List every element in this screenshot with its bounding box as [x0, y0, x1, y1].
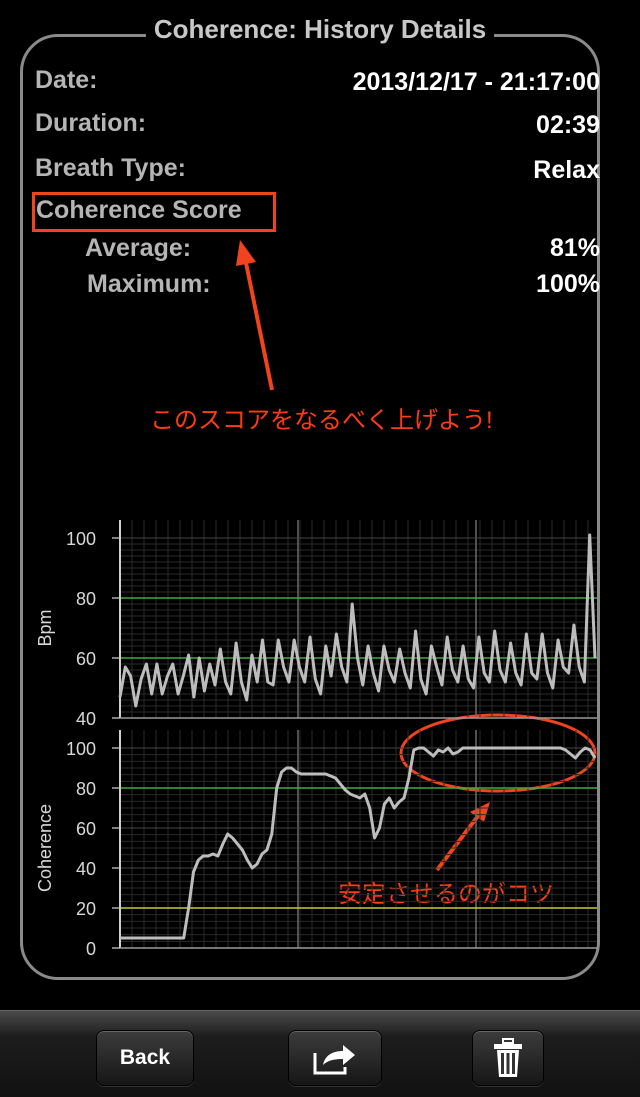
coherence-tick-label: 60 [76, 819, 96, 839]
coherence-axis-label: Coherence [35, 804, 55, 892]
bpm-axis-label: Bpm [35, 609, 55, 646]
arrow-to-score [243, 257, 274, 391]
score-annotation: このスコアをなるべく上げよう! [150, 407, 493, 434]
coherence-tick-label: 100 [66, 739, 96, 759]
delete-button[interactable] [472, 1030, 544, 1086]
coherence-tick-label: 20 [76, 899, 96, 919]
coherence-tick-label: 0 [86, 939, 96, 959]
back-button[interactable]: Back [96, 1030, 194, 1086]
coherence-series-line [120, 746, 597, 940]
share-button[interactable] [288, 1030, 382, 1086]
back-button-label: Back [119, 1046, 171, 1069]
coherence-tick-label: 80 [76, 779, 96, 799]
arrow-head-score [236, 240, 256, 266]
bpm-tick-label: 40 [76, 709, 96, 729]
share-arrow-icon [313, 1045, 355, 1075]
trash-icon [494, 1038, 522, 1077]
bpm-tick-label: 100 [66, 529, 96, 549]
bpm-tick-label: 80 [76, 589, 96, 609]
history-graphs: 100 80 60 40 Bpm 100 80 60 40 20 0 Coherence [35, 520, 597, 959]
bpm-tick-label: 60 [76, 649, 96, 669]
bpm-series-line [118, 533, 597, 708]
coherence-tick-label: 40 [76, 859, 96, 879]
